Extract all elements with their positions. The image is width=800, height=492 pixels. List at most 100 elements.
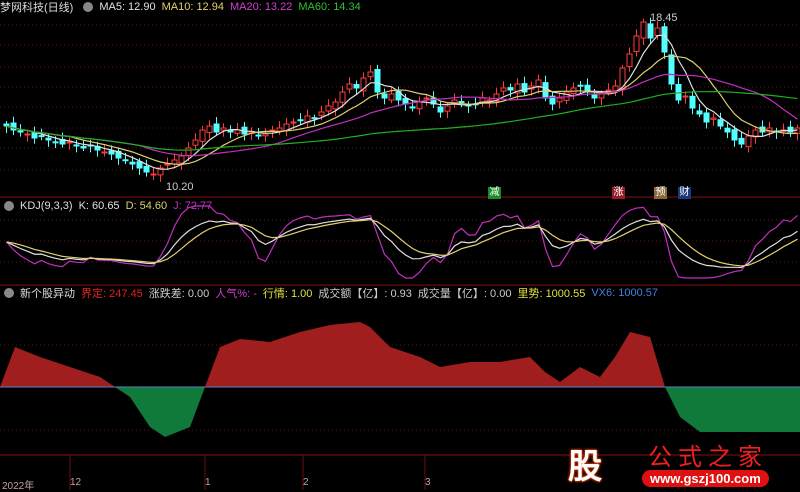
kdj-title: KDJ(9,3,3) (20, 200, 73, 212)
candle (346, 83, 353, 90)
candle (633, 35, 640, 53)
candle (318, 111, 325, 116)
candle (38, 135, 45, 138)
candle (689, 95, 696, 109)
candle (339, 91, 346, 103)
candle (486, 99, 493, 102)
candle (738, 137, 745, 145)
candle (381, 93, 388, 99)
ma60-value: MA60: 14.34 (298, 1, 361, 13)
badge-text: 预 (655, 187, 666, 198)
candle (710, 117, 717, 120)
candle (745, 135, 752, 148)
candle (206, 125, 213, 133)
indicator-item: 人气%: - (215, 288, 257, 300)
kdj-k: K: 60.65 (78, 200, 120, 212)
candle (3, 123, 10, 127)
stock-chart: 梦网科技(日线) MA5: 12.90 MA10: 12.94 MA20: 13… (0, 0, 800, 492)
candle (143, 165, 150, 173)
indicator-item: 成交量【亿】: 0.00 (417, 288, 512, 300)
candle (276, 127, 283, 132)
high-label: 18.45 (650, 12, 678, 24)
candle (703, 112, 710, 123)
kdj-j: J: 72.77 (173, 200, 213, 212)
settings-icon[interactable] (4, 201, 14, 211)
badge-reduce[interactable]: 减 (488, 187, 501, 199)
candle (66, 141, 73, 144)
candle (556, 97, 563, 103)
ma10-value: MA10: 12.94 (161, 1, 224, 13)
candle (24, 133, 31, 136)
axis-label-feb: 2 (303, 477, 309, 488)
candle (150, 173, 157, 176)
indicator-item: 成交额【亿】: 0.93 (318, 288, 412, 300)
candle (724, 127, 731, 133)
candle (542, 82, 549, 99)
candle (192, 139, 199, 146)
indicator-positive-area (0, 322, 800, 387)
badge-rise[interactable]: 涨 (612, 187, 625, 199)
indicator-item: 涨跌差: 0.00 (148, 288, 210, 300)
indicator-item: VX6: 1000.57 (591, 287, 658, 299)
stock-title: 梦网科技(日线) (0, 2, 74, 14)
candle (696, 110, 703, 115)
candle (255, 134, 262, 137)
candle (290, 121, 297, 124)
candle (444, 105, 451, 112)
candle (598, 93, 605, 99)
indicator-title: 新个股异动 (20, 288, 75, 300)
candle (262, 133, 269, 137)
candle (626, 53, 633, 68)
candle (612, 85, 619, 92)
candle (45, 137, 52, 141)
candle (297, 119, 304, 122)
kdj-d: D: 54.60 (125, 200, 168, 212)
indicator-item: 界定: 247.45 (81, 288, 143, 300)
candle (577, 84, 584, 87)
candle (437, 106, 444, 113)
candle (682, 95, 689, 98)
candle (353, 84, 360, 89)
main-header: 梦网科技(日线) MA5: 12.90 MA10: 12.94 MA20: 13… (0, 0, 361, 14)
candle (311, 117, 318, 120)
indicator-header: 新个股异动 界定: 247.45 涨跌差: 0.00 人气%: - 行情: 1.00 成… (0, 286, 658, 300)
candle (31, 132, 38, 139)
candle (10, 122, 17, 131)
candle (500, 87, 507, 92)
badge-finance[interactable]: 财 (678, 187, 691, 199)
axis-label-jan: 1 (205, 477, 211, 488)
candle (213, 123, 220, 133)
candle (458, 101, 465, 104)
candle (731, 129, 738, 141)
candle (17, 130, 24, 133)
watermark-logo: 股 公式之家 www.gszj100.com (560, 435, 790, 490)
badge-text: 财 (679, 187, 690, 198)
ma20-value: MA20: 13.22 (229, 1, 293, 13)
candle (122, 159, 129, 162)
chart-canvas (0, 17, 800, 490)
badge-forecast[interactable]: 预 (654, 187, 667, 199)
settings-icon[interactable] (83, 2, 94, 12)
axis-label-dec: 12 (70, 477, 82, 488)
candle (199, 129, 206, 142)
settings-icon[interactable] (4, 288, 14, 298)
candle (640, 21, 647, 39)
candle (129, 161, 136, 165)
low-label: 10.20 (166, 181, 194, 193)
candle (332, 101, 339, 110)
candle (668, 54, 675, 85)
candle (654, 27, 661, 36)
candle (521, 83, 528, 93)
logo-name: 公式之家 (648, 444, 768, 471)
candle (171, 159, 178, 165)
candle (80, 145, 87, 149)
badge-text: 涨 (613, 187, 624, 198)
ma5-value: MA5: 12.90 (99, 1, 156, 13)
indicator-item: 里势: 1000.55 (517, 288, 586, 300)
candle (374, 68, 381, 93)
candle (367, 71, 374, 78)
candle (185, 147, 192, 156)
candle (101, 151, 108, 154)
candle (73, 144, 80, 147)
indicator-item: 行情: 1.00 (262, 288, 313, 300)
